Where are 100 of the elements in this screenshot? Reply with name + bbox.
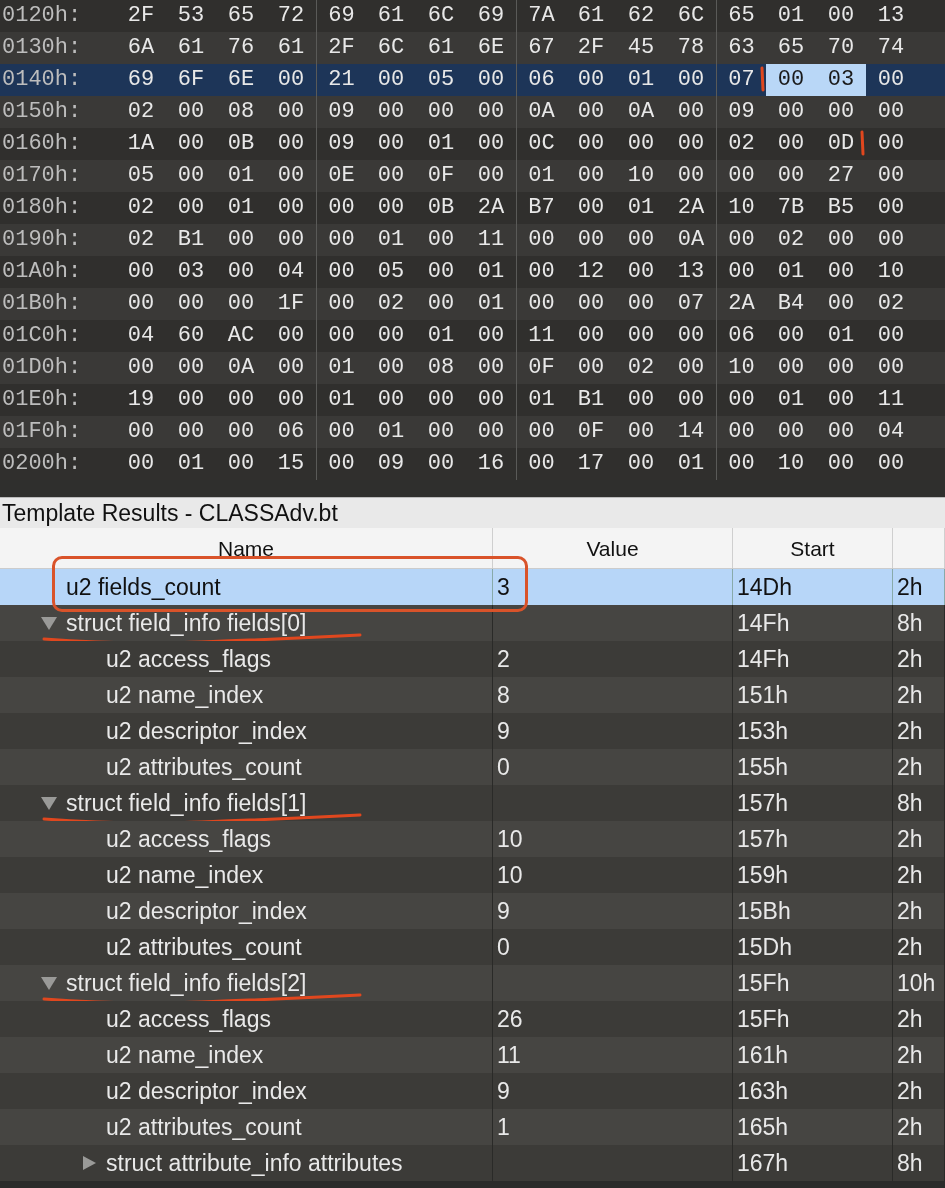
tree-row[interactable]: u2 descriptor_index 9 153h 2h xyxy=(0,713,945,749)
hex-byte[interactable]: 00 xyxy=(166,160,216,192)
tree-row[interactable]: u2 name_index 10 159h 2h xyxy=(0,857,945,893)
hex-byte[interactable]: 00 xyxy=(566,128,616,160)
hex-byte[interactable]: 00 xyxy=(866,96,916,128)
tree-row[interactable]: u2 descriptor_index 9 15Bh 2h xyxy=(0,893,945,929)
hex-byte[interactable]: 00 xyxy=(216,448,266,480)
hex-byte[interactable]: 2F xyxy=(566,32,616,64)
hex-byte[interactable]: 45 xyxy=(616,32,666,64)
hex-byte[interactable]: 00 xyxy=(866,320,916,352)
hex-byte[interactable]: 27 xyxy=(816,160,866,192)
hex-byte[interactable]: 00 xyxy=(816,288,866,320)
triangle-icon[interactable] xyxy=(40,795,58,811)
hex-byte[interactable]: B1 xyxy=(566,384,616,416)
hex-byte[interactable]: 00 xyxy=(366,64,416,96)
hex-byte[interactable]: 00 xyxy=(816,0,866,32)
hex-byte[interactable]: 00 xyxy=(816,256,866,288)
hex-byte[interactable]: 00 xyxy=(416,448,466,480)
hex-byte[interactable]: 13 xyxy=(866,0,916,32)
hex-byte[interactable]: 6C xyxy=(666,0,716,32)
hex-byte[interactable]: 00 xyxy=(666,128,716,160)
hex-byte[interactable]: 00 xyxy=(866,352,916,384)
hex-byte[interactable]: 0B xyxy=(416,192,466,224)
hex-byte[interactable]: 0D xyxy=(816,128,866,160)
hex-byte[interactable]: 05 xyxy=(116,160,166,192)
hex-byte[interactable]: 00 xyxy=(866,224,916,256)
hex-byte[interactable]: 65 xyxy=(766,32,816,64)
hex-byte[interactable]: 00 xyxy=(266,320,316,352)
hex-byte[interactable]: 03 xyxy=(166,256,216,288)
hex-byte[interactable]: 02 xyxy=(116,192,166,224)
hex-byte[interactable]: 60 xyxy=(166,320,216,352)
column-header[interactable]: Name xyxy=(0,528,493,568)
tree-row[interactable]: u2 name_index 11 161h 2h xyxy=(0,1037,945,1073)
triangle-icon[interactable] xyxy=(80,1155,98,1171)
hex-byte[interactable]: 00 xyxy=(116,288,166,320)
hex-byte[interactable]: 01 xyxy=(366,416,416,448)
hex-byte[interactable]: 00 xyxy=(566,352,616,384)
hex-byte[interactable]: 00 xyxy=(366,96,416,128)
hex-byte[interactable]: 01 xyxy=(816,320,866,352)
hex-byte[interactable]: 14 xyxy=(666,416,716,448)
hex-byte[interactable]: 00 xyxy=(566,96,616,128)
hex-byte[interactable]: 02 xyxy=(116,96,166,128)
hex-byte[interactable]: 00 xyxy=(666,64,716,96)
hex-byte[interactable]: 74 xyxy=(866,32,916,64)
hex-byte[interactable]: 00 xyxy=(566,320,616,352)
hex-byte[interactable]: 16 xyxy=(466,448,516,480)
hex-byte[interactable]: 02 xyxy=(866,288,916,320)
hex-byte[interactable]: 00 xyxy=(466,96,516,128)
hex-byte[interactable]: 00 xyxy=(216,256,266,288)
hex-byte[interactable]: 00 xyxy=(116,256,166,288)
hex-byte[interactable]: 78 xyxy=(666,32,716,64)
hex-byte[interactable]: 0F xyxy=(566,416,616,448)
hex-byte[interactable]: 00 xyxy=(766,128,816,160)
hex-byte[interactable]: 00 xyxy=(366,352,416,384)
hex-byte[interactable]: 01 xyxy=(616,64,666,96)
hex-byte[interactable]: 00 xyxy=(416,256,466,288)
hex-byte[interactable]: 00 xyxy=(766,96,816,128)
hex-byte[interactable]: 02 xyxy=(766,224,816,256)
hex-byte[interactable]: 17 xyxy=(566,448,616,480)
hex-byte[interactable]: 00 xyxy=(366,384,416,416)
hex-byte[interactable]: 00 xyxy=(316,448,366,480)
hex-byte[interactable]: 00 xyxy=(216,384,266,416)
tree-row[interactable]: u2 attributes_count 0 15Dh 2h xyxy=(0,929,945,965)
tree-row[interactable]: u2 fields_count 3 14Dh 2h xyxy=(0,569,945,605)
hex-byte[interactable]: 00 xyxy=(116,352,166,384)
hex-byte[interactable]: 00 xyxy=(416,96,466,128)
hex-byte[interactable]: 08 xyxy=(216,96,266,128)
hex-byte[interactable]: 00 xyxy=(416,224,466,256)
hex-byte[interactable]: 00 xyxy=(216,224,266,256)
hex-byte[interactable]: 01 xyxy=(466,288,516,320)
hex-byte[interactable]: 01 xyxy=(216,192,266,224)
hex-byte[interactable]: 00 xyxy=(616,224,666,256)
tree-row[interactable]: u2 access_flags 2 14Fh 2h xyxy=(0,641,945,677)
hex-byte[interactable]: 00 xyxy=(766,160,816,192)
hex-byte[interactable]: 00 xyxy=(866,160,916,192)
tree-row[interactable]: u2 attributes_count 0 155h 2h xyxy=(0,749,945,785)
hex-byte[interactable]: 03 xyxy=(816,64,866,96)
hex-byte[interactable]: 70 xyxy=(816,32,866,64)
hex-byte[interactable]: 01 xyxy=(666,448,716,480)
hex-byte[interactable]: 00 xyxy=(616,416,666,448)
hex-byte[interactable]: B4 xyxy=(766,288,816,320)
hex-byte[interactable]: 6A xyxy=(116,32,166,64)
hex-byte[interactable]: 00 xyxy=(416,288,466,320)
hex-byte[interactable]: 0A xyxy=(666,224,716,256)
hex-byte[interactable]: 6E xyxy=(216,64,266,96)
hex-byte[interactable]: 00 xyxy=(816,384,866,416)
hex-byte[interactable]: 0F xyxy=(416,160,466,192)
hex-byte[interactable]: 00 xyxy=(266,128,316,160)
hex-byte[interactable]: 00 xyxy=(466,384,516,416)
hex-byte[interactable]: 1A xyxy=(116,128,166,160)
hex-byte[interactable]: 00 xyxy=(466,416,516,448)
hex-byte[interactable]: 00 xyxy=(666,384,716,416)
hex-byte[interactable]: 00 xyxy=(166,192,216,224)
hex-byte[interactable]: 61 xyxy=(166,32,216,64)
hex-byte[interactable]: 00 xyxy=(616,448,666,480)
hex-byte[interactable]: 11 xyxy=(866,384,916,416)
hex-byte[interactable]: 05 xyxy=(416,64,466,96)
hex-byte[interactable]: 06 xyxy=(266,416,316,448)
hex-byte[interactable]: 12 xyxy=(566,256,616,288)
hex-byte[interactable]: 69 xyxy=(116,64,166,96)
